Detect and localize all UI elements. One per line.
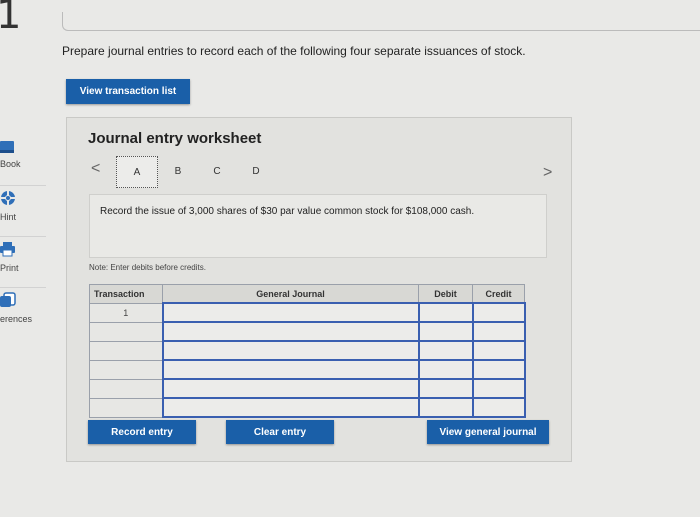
sidebar: Book Hint Print erences xyxy=(0,135,46,338)
entry-note: Note: Enter debits before credits. xyxy=(89,263,206,272)
record-entry-button[interactable]: Record entry xyxy=(88,420,196,444)
next-tab-arrow-icon[interactable]: > xyxy=(543,164,552,182)
table-row xyxy=(89,340,526,361)
question-number: 1 xyxy=(0,0,22,38)
header-divider xyxy=(62,12,700,31)
general-journal-input[interactable] xyxy=(161,378,420,399)
sidebar-item-label: Print xyxy=(0,263,19,273)
transaction-cell xyxy=(89,378,163,399)
clear-entry-button[interactable]: Clear entry xyxy=(226,420,334,444)
debit-input[interactable] xyxy=(417,340,474,361)
sidebar-item-print[interactable]: Print xyxy=(0,237,46,288)
journal-table: Transaction General Journal Debit Credit… xyxy=(89,284,526,418)
transaction-cell xyxy=(89,397,163,418)
sidebar-item-book[interactable]: Book xyxy=(0,135,46,186)
view-transaction-list-button[interactable]: View transaction list xyxy=(66,79,190,104)
table-row xyxy=(89,359,526,380)
transaction-description: Record the issue of 3,000 shares of $30 … xyxy=(100,206,475,217)
tab-a[interactable]: A xyxy=(116,156,158,188)
sidebar-item-label: erences xyxy=(0,314,33,324)
tab-b[interactable]: B xyxy=(163,156,193,186)
column-header-debit: Debit xyxy=(418,284,473,304)
table-row xyxy=(89,378,526,399)
worksheet-title: Journal entry worksheet xyxy=(88,130,262,147)
debit-input[interactable] xyxy=(417,397,474,418)
sidebar-item-references[interactable]: erences xyxy=(0,288,46,338)
debit-input[interactable] xyxy=(417,378,474,399)
sidebar-item-hint[interactable]: Hint xyxy=(0,186,46,237)
column-header-general-journal: General Journal xyxy=(162,284,419,304)
debit-input[interactable] xyxy=(417,359,474,380)
question-prompt: Prepare journal entries to record each o… xyxy=(62,44,526,58)
references-icon xyxy=(0,292,16,307)
tab-c[interactable]: C xyxy=(202,156,232,186)
lifebuoy-icon xyxy=(1,191,15,205)
general-journal-input[interactable] xyxy=(161,397,420,418)
table-header-row: Transaction General Journal Debit Credit xyxy=(89,284,525,304)
general-journal-input[interactable] xyxy=(161,321,420,342)
transaction-cell xyxy=(89,321,163,342)
prev-tab-arrow-icon[interactable]: < xyxy=(91,160,100,178)
view-general-journal-button[interactable]: View general journal xyxy=(427,420,549,444)
general-journal-input[interactable] xyxy=(161,340,420,361)
book-icon xyxy=(0,141,14,153)
printer-icon xyxy=(0,242,15,257)
general-journal-input[interactable] xyxy=(161,302,420,323)
table-row xyxy=(89,397,526,418)
credit-input[interactable] xyxy=(471,321,526,342)
sidebar-item-label: Book xyxy=(0,159,21,169)
credit-input[interactable] xyxy=(471,302,526,323)
credit-input[interactable] xyxy=(471,340,526,361)
debit-input[interactable] xyxy=(417,302,474,323)
journal-entry-worksheet: Journal entry worksheet < A B C D > Reco… xyxy=(66,117,572,462)
transaction-description-box: Record the issue of 3,000 shares of $30 … xyxy=(89,194,547,258)
transaction-cell xyxy=(89,340,163,361)
debit-input[interactable] xyxy=(417,321,474,342)
general-journal-input[interactable] xyxy=(161,359,420,380)
column-header-credit: Credit xyxy=(472,284,525,304)
column-header-transaction: Transaction xyxy=(89,284,163,304)
credit-input[interactable] xyxy=(471,359,526,380)
credit-input[interactable] xyxy=(471,397,526,418)
table-row xyxy=(89,321,526,342)
tab-d[interactable]: D xyxy=(241,156,271,186)
table-row: 1 xyxy=(89,302,526,323)
transaction-cell xyxy=(89,359,163,380)
sidebar-item-label: Hint xyxy=(0,212,17,222)
credit-input[interactable] xyxy=(471,378,526,399)
transaction-number-cell: 1 xyxy=(89,302,163,323)
